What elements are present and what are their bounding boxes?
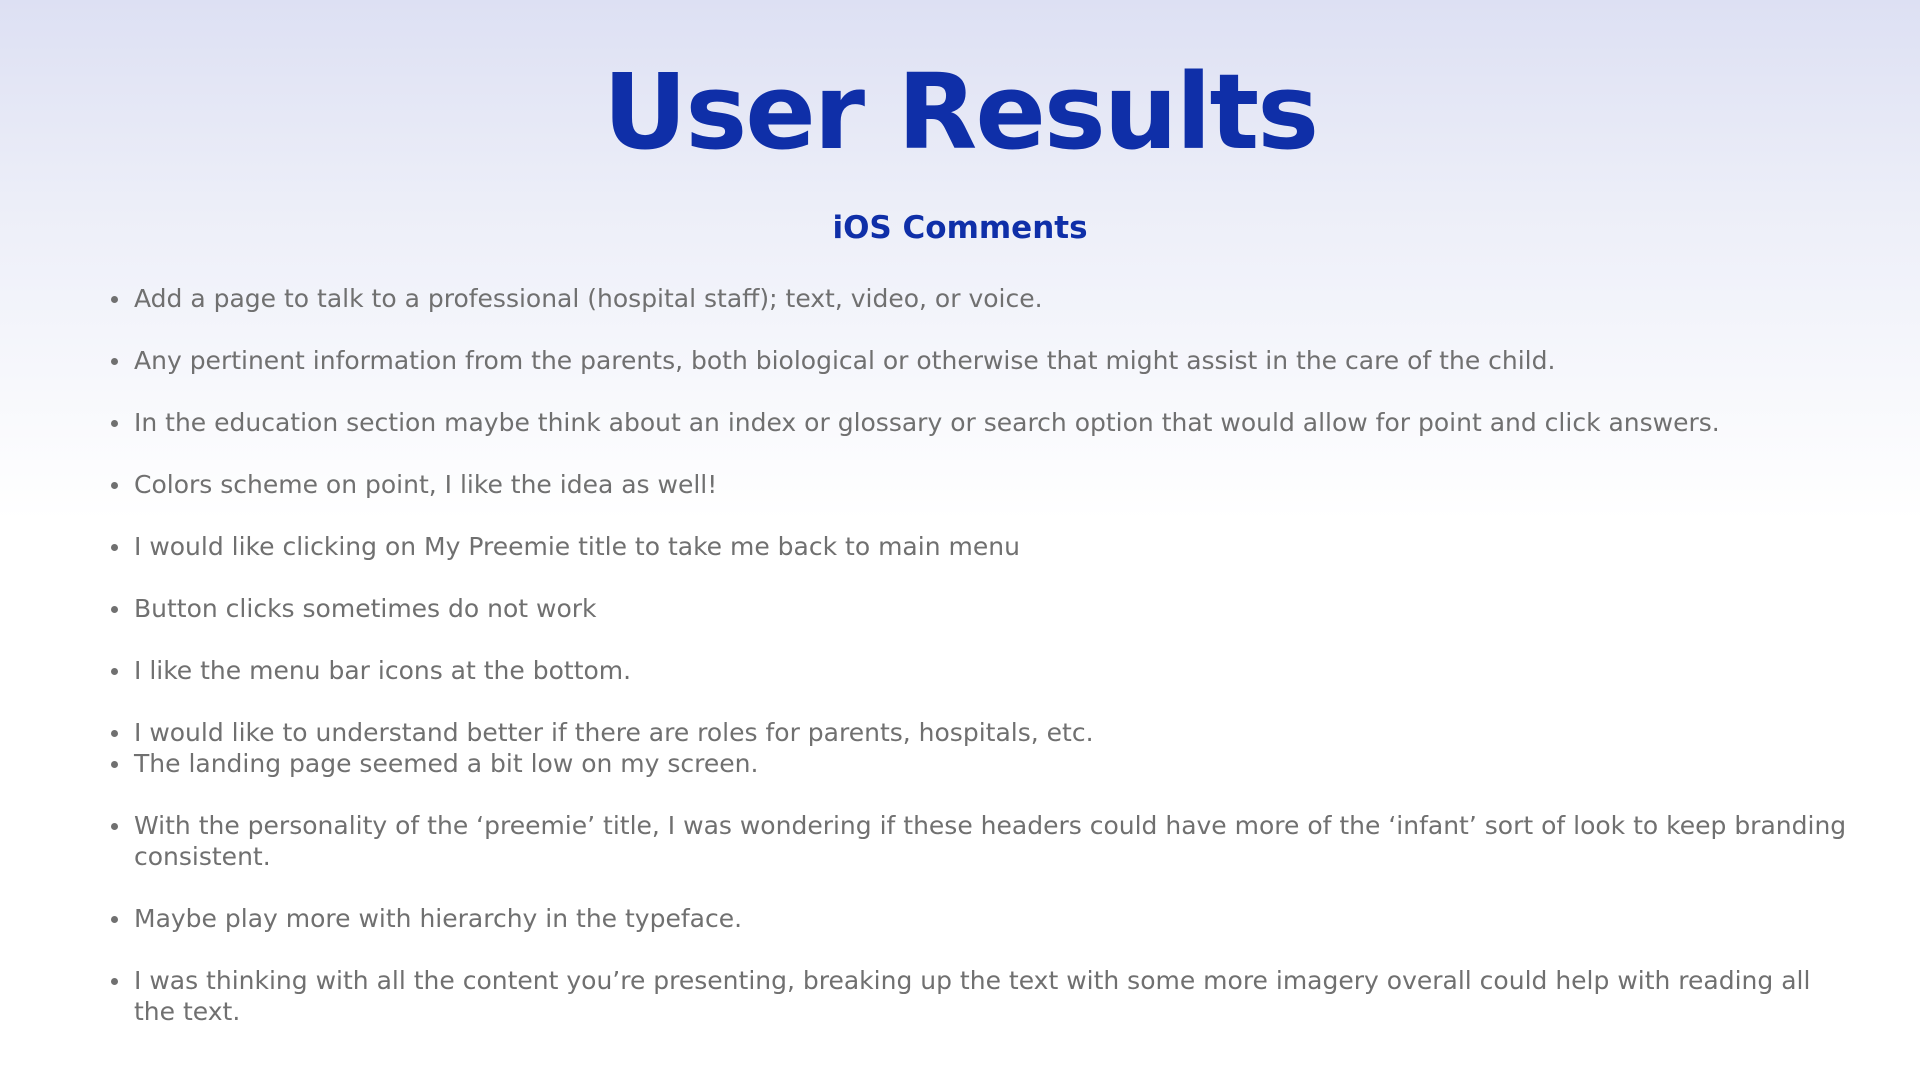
list-item: Maybe play more with hierarchy in the ty…	[111, 903, 1854, 934]
list-item: Add a page to talk to a professional (ho…	[111, 283, 1854, 314]
page-title: User Results	[602, 51, 1319, 173]
list-item: The landing page seemed a bit low on my …	[111, 748, 1854, 779]
list-item: Colors scheme on point, I like the idea …	[111, 469, 1854, 500]
list-item: I would like to understand better if the…	[111, 717, 1854, 748]
section-subtitle: iOS Comments	[832, 210, 1088, 246]
list-item: Any pertinent information from the paren…	[111, 345, 1854, 376]
list-item: With the personality of the ‘preemie’ ti…	[111, 810, 1854, 872]
comments-list: Add a page to talk to a professional (ho…	[110, 283, 1854, 1058]
list-item: Button clicks sometimes do not work	[111, 593, 1854, 624]
list-item: I like the menu bar icons at the bottom.	[111, 655, 1854, 686]
list-item: I would like clicking on My Preemie titl…	[111, 531, 1854, 562]
list-item: I was thinking with all the content you’…	[111, 965, 1854, 1027]
list-item: In the education section maybe think abo…	[111, 407, 1854, 438]
slide: User Results iOS Comments Add a page to …	[0, 0, 1920, 1080]
